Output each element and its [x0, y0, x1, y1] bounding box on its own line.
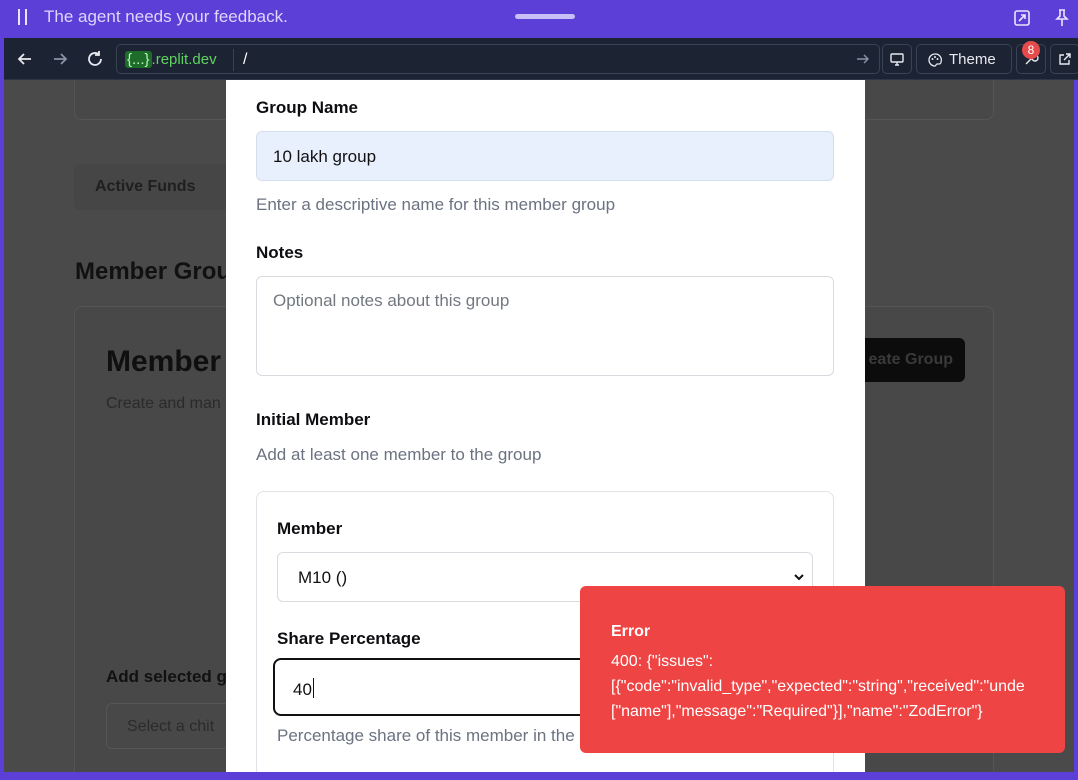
open-new-tab-button[interactable] [1050, 44, 1078, 74]
notes-textarea[interactable]: Optional notes about this group [256, 276, 834, 376]
theme-label: Theme [949, 51, 996, 68]
text-caret [312, 678, 314, 698]
share-percentage-help: Percentage share of this member in the [277, 726, 575, 745]
initial-member-help: Add at least one member to the group [256, 445, 542, 464]
share-percentage-value: 40 [293, 678, 314, 699]
chit-select-placeholder: Select a chit [127, 718, 215, 735]
chevron-down-icon [794, 574, 804, 581]
member-label: Member [277, 519, 343, 538]
palette-icon [928, 53, 942, 67]
card-subtitle: Create and man [106, 395, 221, 412]
funds-tabs: Active Funds [74, 164, 234, 210]
url-bar[interactable]: {...} .replit.dev / [116, 44, 880, 74]
tab-active-funds[interactable]: Active Funds [95, 178, 195, 196]
open-external-icon[interactable] [1012, 8, 1032, 28]
error-toast[interactable]: Error 400: {"issues": [{"code":"invalid_… [580, 586, 1065, 753]
member-select-value: M10 () [298, 568, 348, 587]
url-separator [233, 49, 234, 71]
toast-message: 400: {"issues": [{"code":"invalid_type",… [611, 653, 1025, 720]
agent-feedback-message: The agent needs your feedback. [44, 7, 288, 26]
group-name-input[interactable]: 10 lakh group [256, 131, 834, 181]
url-path[interactable]: / [243, 49, 247, 71]
reload-icon[interactable] [84, 48, 106, 70]
go-arrow-icon[interactable] [855, 51, 871, 67]
add-selected-label: Add selected g [106, 667, 227, 686]
share-percentage-label: Share Percentage [277, 629, 421, 648]
banner-resize-handle[interactable] [515, 14, 575, 19]
theme-button[interactable]: Theme [916, 44, 1012, 74]
notes-placeholder: Optional notes about this group [273, 291, 510, 310]
monitor-icon [890, 53, 904, 66]
external-link-icon [1059, 53, 1071, 65]
notification-badge: 8 [1022, 41, 1040, 59]
agent-feedback-banner: The agent needs your feedback. [0, 0, 1078, 38]
window-frame-bottom [0, 772, 1078, 780]
drag-handle-icon[interactable] [18, 9, 28, 25]
pin-icon[interactable] [1052, 8, 1072, 28]
section-title: Member Grou [75, 258, 232, 285]
toast-title: Error [611, 623, 651, 640]
back-arrow-icon[interactable] [14, 48, 36, 70]
group-name-value: 10 lakh group [273, 147, 377, 166]
url-host: {...} .replit.dev [125, 51, 217, 68]
initial-member-label: Initial Member [256, 410, 371, 429]
devtools-button[interactable] [882, 44, 912, 74]
card-title: Member [106, 345, 222, 378]
notes-label: Notes [256, 243, 304, 262]
browser-toolbar: {...} .replit.dev / Theme [4, 38, 1078, 80]
forward-arrow-icon[interactable] [49, 48, 71, 70]
group-name-help: Enter a descriptive name for this member… [256, 195, 616, 214]
group-name-label: Group Name [256, 98, 359, 117]
